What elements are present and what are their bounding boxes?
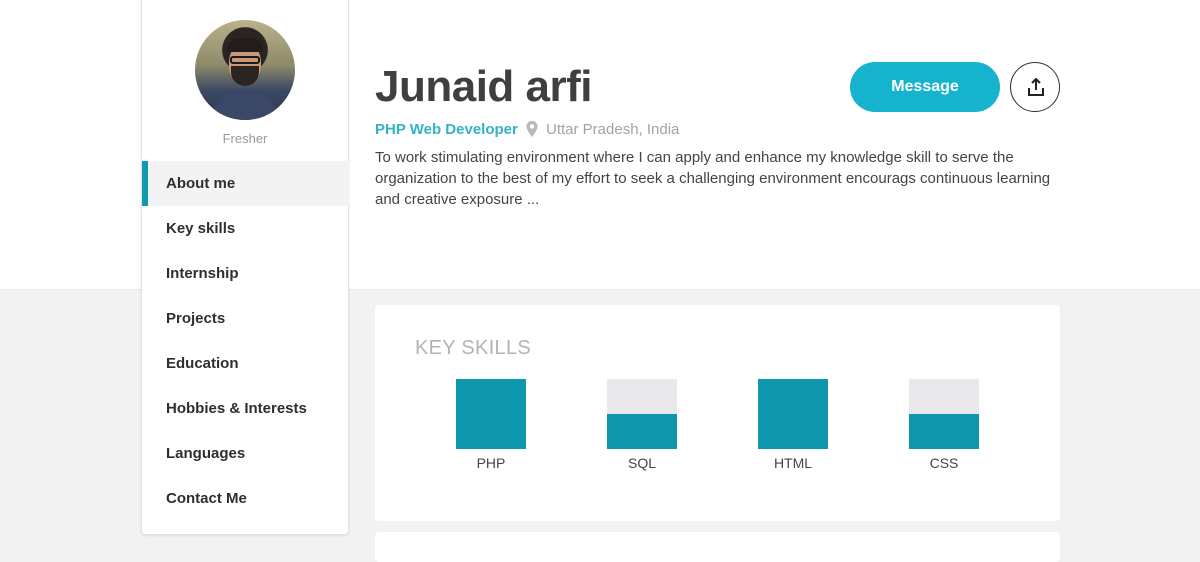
share-upload-icon xyxy=(1028,78,1044,96)
sidebar-nav: About me Key skills Internship Projects … xyxy=(142,161,349,521)
profile-role: PHP Web Developer xyxy=(375,121,518,138)
skill-label-php: PHP xyxy=(477,455,506,471)
skill-bar-php xyxy=(456,379,526,449)
avatar[interactable] xyxy=(195,20,295,120)
sidebar-item-internship[interactable]: Internship xyxy=(142,251,349,296)
key-skills-card: KEY SKILLS PHP SQL HTML CSS xyxy=(375,305,1060,521)
skill-bar-sql xyxy=(607,414,677,449)
sidebar-item-key-skills[interactable]: Key skills xyxy=(142,206,349,251)
location-pin-icon xyxy=(526,121,538,137)
sidebar-item-projects[interactable]: Projects xyxy=(142,296,349,341)
skill-label-sql: SQL xyxy=(628,455,656,471)
skill-label-css: CSS xyxy=(930,455,959,471)
skill-label-html: HTML xyxy=(774,455,812,471)
share-button[interactable] xyxy=(1010,62,1060,112)
profile-location: Uttar Pradesh, India xyxy=(546,121,680,138)
profile-name: Junaid arfi xyxy=(375,62,593,111)
skill-bar-css xyxy=(909,414,979,449)
profile-sidebar: Fresher About me Key skills Internship P… xyxy=(141,0,349,535)
sidebar-item-about-me[interactable]: About me xyxy=(142,161,349,206)
sidebar-item-education[interactable]: Education xyxy=(142,341,349,386)
skill-bar-html xyxy=(758,379,828,449)
profile-bio: To work stimulating environment where I … xyxy=(375,149,1051,208)
sidebar-item-hobbies-interests[interactable]: Hobbies & Interests xyxy=(142,386,349,431)
key-skills-chart: PHP SQL HTML CSS xyxy=(456,379,979,471)
experience-status: Fresher xyxy=(222,131,268,146)
message-button[interactable]: Message xyxy=(850,62,1000,112)
next-section-card xyxy=(375,532,1060,562)
sidebar-item-languages[interactable]: Languages xyxy=(142,431,349,476)
sidebar-item-contact-me[interactable]: Contact Me xyxy=(142,476,349,521)
